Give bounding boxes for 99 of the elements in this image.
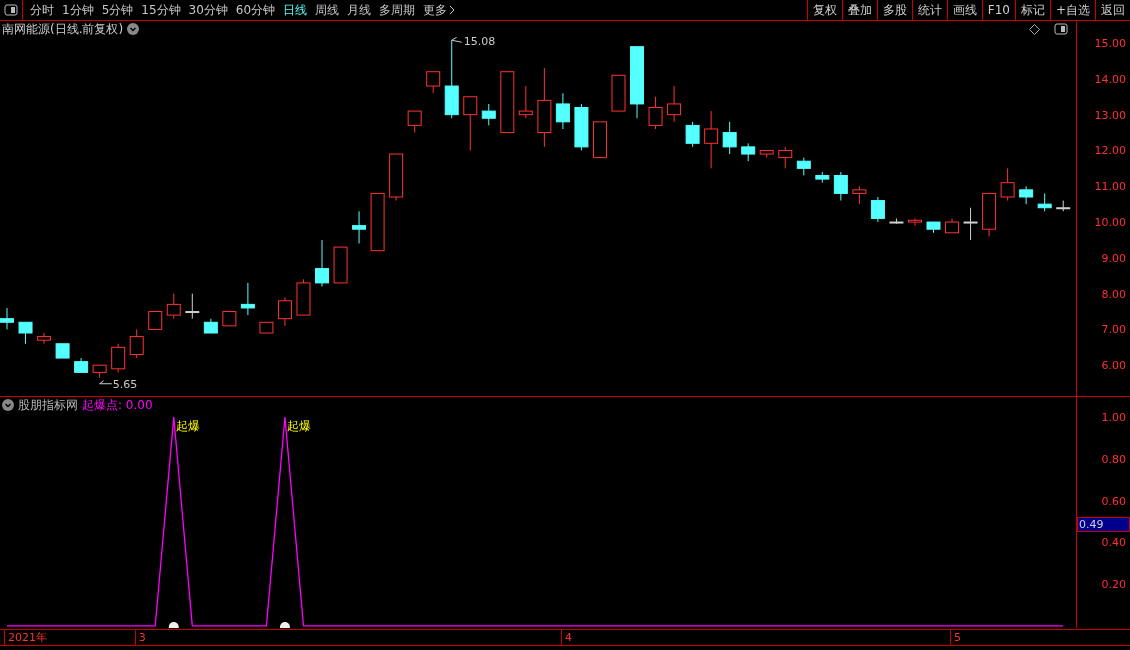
candle bbox=[222, 311, 237, 327]
candle bbox=[389, 153, 404, 202]
date-label: 4 bbox=[560, 630, 572, 645]
candle bbox=[500, 71, 515, 134]
candle bbox=[426, 71, 441, 94]
candle bbox=[166, 293, 181, 320]
candle bbox=[148, 311, 163, 330]
candle bbox=[407, 110, 422, 134]
signal-label: 起爆 bbox=[175, 419, 200, 434]
candle bbox=[704, 110, 719, 169]
candle bbox=[685, 121, 700, 148]
candle bbox=[481, 103, 496, 126]
axis-label: 0.20 bbox=[1101, 577, 1126, 591]
axis-label: 10.00 bbox=[1094, 215, 1126, 229]
axis-label: 0.60 bbox=[1101, 494, 1126, 508]
candle bbox=[778, 146, 793, 169]
candle bbox=[518, 85, 533, 119]
axis-label: 12.00 bbox=[1094, 143, 1126, 157]
annotation: 5.65 bbox=[112, 377, 138, 391]
chevron-right-icon bbox=[449, 5, 456, 15]
candle bbox=[963, 207, 978, 241]
candle bbox=[759, 149, 774, 159]
dropdown-icon[interactable] bbox=[127, 23, 140, 35]
cursor-value: 0.49 bbox=[1077, 516, 1130, 532]
annotation: 15.08 bbox=[463, 35, 496, 49]
collapse-icon[interactable] bbox=[2, 399, 14, 411]
candle bbox=[1056, 200, 1071, 212]
candle bbox=[203, 318, 218, 334]
axis-label: 0.40 bbox=[1101, 535, 1126, 549]
candle bbox=[889, 217, 904, 225]
candle bbox=[296, 278, 311, 316]
candle bbox=[277, 296, 292, 327]
candle bbox=[1019, 185, 1034, 205]
axis-label: 6.00 bbox=[1101, 358, 1126, 372]
period-tab[interactable]: 日线 bbox=[280, 1, 311, 19]
candle bbox=[741, 142, 756, 162]
candle bbox=[370, 192, 385, 252]
candle bbox=[74, 357, 89, 373]
period-tab[interactable]: 30分钟 bbox=[185, 1, 231, 19]
candle bbox=[55, 343, 70, 359]
date-label: 2021年 bbox=[4, 630, 47, 645]
candle bbox=[315, 239, 329, 287]
candle bbox=[185, 293, 200, 320]
panel-toggle-icon[interactable] bbox=[1054, 23, 1068, 35]
period-tab[interactable]: 周线 bbox=[312, 1, 343, 19]
candle bbox=[907, 217, 922, 227]
candle bbox=[592, 121, 607, 159]
diamond-icon[interactable] bbox=[1029, 23, 1040, 35]
indicator-source: 股朋指标网 bbox=[18, 396, 78, 414]
candle bbox=[333, 246, 348, 284]
period-tab[interactable]: 多周期 bbox=[376, 1, 419, 19]
panel-toggle-icon[interactable] bbox=[4, 4, 18, 16]
axis-label: 13.00 bbox=[1094, 108, 1126, 122]
candle bbox=[815, 171, 830, 184]
candle bbox=[722, 121, 737, 155]
period-tab[interactable]: 1分钟 bbox=[59, 1, 97, 19]
candle bbox=[0, 307, 14, 330]
candle bbox=[1000, 167, 1015, 202]
period-tab[interactable]: 月线 bbox=[344, 1, 375, 19]
axis-label: 9.00 bbox=[1101, 251, 1126, 265]
axis-label: 1.00 bbox=[1101, 410, 1126, 424]
axis-label: 14.00 bbox=[1094, 72, 1126, 86]
candle bbox=[945, 217, 960, 234]
axis-label: 11.00 bbox=[1094, 179, 1126, 193]
period-tab[interactable]: 更多 bbox=[420, 1, 459, 19]
candle bbox=[648, 96, 663, 130]
candle bbox=[555, 92, 570, 130]
axis-label: 15.00 bbox=[1094, 36, 1126, 50]
candle bbox=[463, 96, 478, 151]
candle bbox=[926, 221, 941, 234]
candle bbox=[92, 364, 107, 379]
candle bbox=[37, 332, 52, 345]
candle bbox=[1037, 192, 1052, 212]
chart-title: 南网能源(日线.前复权) bbox=[2, 20, 124, 38]
candle bbox=[240, 282, 255, 316]
axis-label: 7.00 bbox=[1101, 322, 1126, 336]
period-tab[interactable]: 15分钟 bbox=[138, 1, 184, 19]
signal-label: 起爆 bbox=[286, 419, 311, 434]
candle bbox=[129, 328, 144, 359]
date-label: 3 bbox=[134, 630, 146, 645]
period-tab[interactable]: 分时 bbox=[27, 1, 57, 19]
candle bbox=[111, 343, 126, 373]
candle bbox=[259, 321, 274, 334]
candle bbox=[852, 185, 867, 205]
axis-label: 8.00 bbox=[1101, 287, 1126, 301]
candle bbox=[833, 171, 848, 202]
candle bbox=[667, 85, 682, 123]
candle bbox=[611, 74, 626, 112]
date-label: 5 bbox=[950, 630, 961, 645]
candle bbox=[982, 192, 997, 237]
period-tab[interactable]: 60分钟 bbox=[232, 1, 279, 19]
candle bbox=[18, 321, 33, 345]
candle bbox=[352, 210, 367, 244]
candle bbox=[796, 157, 811, 176]
candle bbox=[574, 103, 589, 151]
indicator-reading: 起爆点: 0.00 bbox=[82, 396, 153, 414]
axis-label: 0.80 bbox=[1101, 452, 1126, 466]
candle bbox=[870, 196, 885, 223]
period-tab[interactable]: 5分钟 bbox=[98, 1, 137, 19]
